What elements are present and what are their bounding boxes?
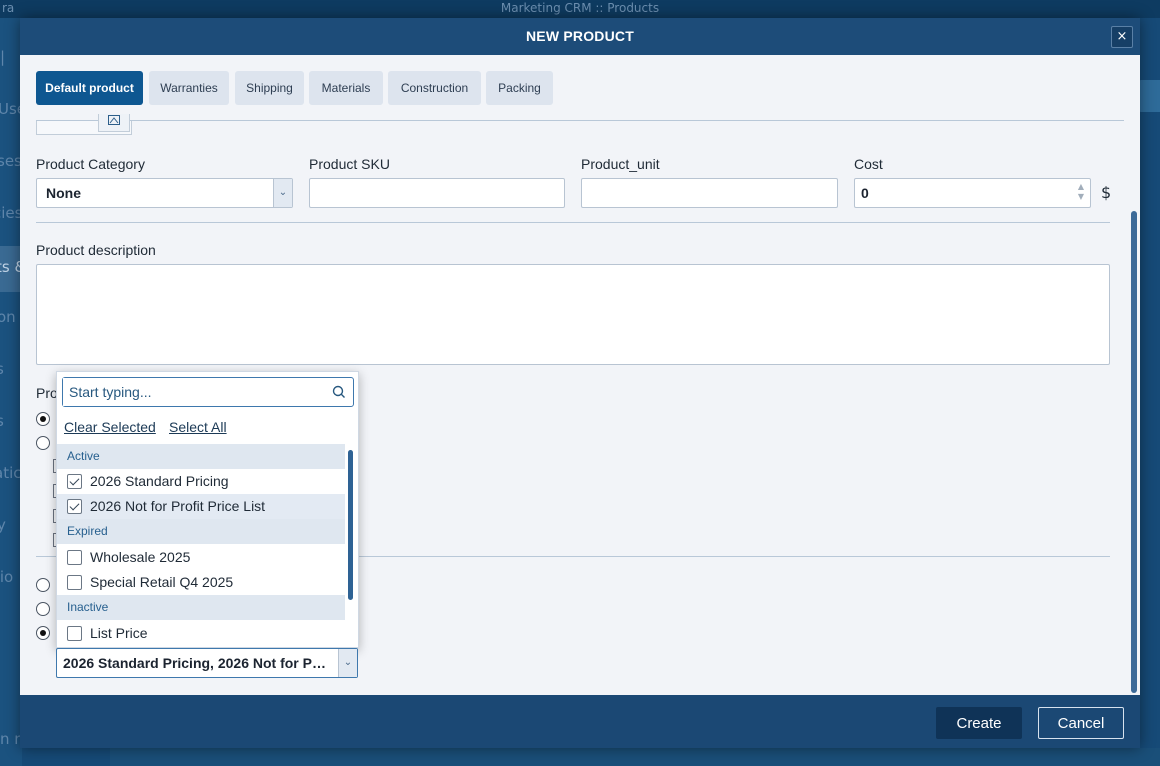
list-item-label: Special Retail Q4 2025 bbox=[90, 574, 234, 590]
create-button[interactable]: Create bbox=[936, 707, 1022, 739]
background-bottom-bar bbox=[110, 748, 1160, 766]
tab-default-product[interactable]: Default product bbox=[36, 71, 143, 105]
list-item-label: 2026 Standard Pricing bbox=[90, 473, 229, 489]
list-item[interactable]: 2026 Standard Pricing bbox=[57, 469, 345, 494]
select-all-link[interactable]: Select All bbox=[169, 419, 227, 435]
product-category-select[interactable]: None ⌄ bbox=[36, 178, 293, 208]
modal-scrollbar[interactable] bbox=[1131, 211, 1137, 693]
bg-sidebar-item: | bbox=[0, 48, 6, 66]
bg-sidebar-item: y bbox=[0, 516, 6, 534]
list-item[interactable]: List Price bbox=[57, 621, 345, 646]
tab-shipping[interactable]: Shipping bbox=[235, 71, 304, 105]
list-item[interactable]: Wholesale 2025 bbox=[57, 545, 345, 570]
chevron-down-icon[interactable]: ⌄ bbox=[338, 649, 357, 677]
background-topbar: ra Marketing CRM :: Products bbox=[0, 0, 1160, 18]
dropdown-list: Active 2026 Standard Pricing 2026 Not fo… bbox=[57, 444, 345, 647]
background-sidebar: | Use ses cies ts & on ( s s atic y tio … bbox=[0, 18, 22, 766]
list-item-label: List Price bbox=[90, 625, 148, 641]
bg-sidebar-item: s bbox=[0, 360, 22, 378]
product-category-label: Product Category bbox=[36, 156, 145, 172]
price-list-radio[interactable] bbox=[36, 602, 50, 616]
tab-warranties[interactable]: Warranties bbox=[149, 71, 229, 105]
bg-sidebar-item-active: ts & bbox=[0, 246, 22, 292]
dropdown-search[interactable] bbox=[62, 377, 354, 407]
checkbox-checked[interactable] bbox=[67, 499, 82, 514]
new-product-modal: NEW PRODUCT × Default product Warranties… bbox=[20, 18, 1140, 748]
chevron-down-icon[interactable]: ⌄ bbox=[273, 179, 292, 207]
list-item-label: 2026 Not for Profit Price List bbox=[90, 498, 266, 514]
modal-title: NEW PRODUCT bbox=[526, 28, 634, 44]
product-unit-field[interactable] bbox=[582, 179, 837, 207]
list-item[interactable]: Special Retail Q4 2025 bbox=[57, 570, 345, 595]
bg-sidebar-item: n ne bbox=[0, 730, 22, 748]
bg-sidebar-item: ses bbox=[0, 152, 22, 170]
background-search-button bbox=[1138, 80, 1160, 112]
bg-sidebar-item: atic bbox=[0, 464, 22, 482]
search-icon bbox=[332, 385, 345, 398]
tab-materials[interactable]: Materials bbox=[309, 71, 383, 105]
price-list-dropdown: Clear Selected Select All Active 2026 St… bbox=[56, 371, 359, 648]
dropdown-search-input[interactable] bbox=[63, 378, 325, 406]
image-edit-icon[interactable] bbox=[98, 114, 130, 132]
cost-value: 0 bbox=[861, 185, 869, 201]
product-sku-input[interactable] bbox=[309, 178, 565, 208]
list-item-label: Wholesale 2025 bbox=[90, 549, 191, 565]
product-sku-field[interactable] bbox=[310, 179, 564, 207]
product-sku-label: Product SKU bbox=[309, 156, 390, 172]
price-list-select-value: 2026 Standard Pricing, 2026 Not for Prof… bbox=[63, 655, 331, 671]
bg-sidebar-item: tio bbox=[0, 568, 14, 586]
modal-header: NEW PRODUCT × bbox=[20, 18, 1140, 55]
product-description-label: Product description bbox=[36, 242, 156, 258]
bg-sidebar-item: on ( bbox=[0, 308, 22, 326]
close-button[interactable]: × bbox=[1111, 26, 1133, 48]
background-app-title: Marketing CRM :: Products bbox=[500, 1, 660, 15]
checkbox-checked[interactable] bbox=[67, 474, 82, 489]
bg-sidebar-item: s bbox=[0, 412, 22, 430]
cancel-button[interactable]: Cancel bbox=[1038, 707, 1124, 739]
section-divider bbox=[36, 222, 1110, 223]
product-unit-input[interactable] bbox=[581, 178, 838, 208]
tab-packing[interactable]: Packing bbox=[486, 71, 553, 105]
group-header-inactive: Inactive bbox=[57, 595, 345, 620]
checkbox[interactable] bbox=[67, 550, 82, 565]
product-category-value: None bbox=[46, 185, 81, 201]
modal-footer: Create Cancel bbox=[20, 695, 1140, 748]
price-list-select[interactable]: 2026 Standard Pricing, 2026 Not for Prof… bbox=[56, 648, 358, 678]
price-list-radio-selected[interactable] bbox=[36, 626, 50, 640]
tab-construction[interactable]: Construction bbox=[388, 71, 481, 105]
group-header-expired: Expired bbox=[57, 519, 345, 544]
price-option-radio[interactable] bbox=[36, 436, 50, 450]
price-option-radio[interactable] bbox=[36, 412, 50, 426]
tabs-divider bbox=[36, 120, 1124, 121]
price-section-label: Pro bbox=[36, 385, 58, 401]
checkbox[interactable] bbox=[67, 626, 82, 641]
price-list-radio[interactable] bbox=[36, 578, 50, 592]
list-item[interactable]: 2026 Not for Profit Price List bbox=[57, 494, 345, 519]
cost-input[interactable]: 0 ▲ ▼ bbox=[854, 178, 1091, 208]
currency-symbol: $ bbox=[1101, 183, 1112, 202]
cost-label: Cost bbox=[854, 156, 883, 172]
number-spinner[interactable]: ▲ ▼ bbox=[1078, 182, 1084, 202]
checkbox[interactable] bbox=[67, 575, 82, 590]
clear-selected-link[interactable]: Clear Selected bbox=[64, 419, 156, 435]
image-edit-icon-glyph bbox=[108, 115, 120, 125]
bg-sidebar-item: Use bbox=[0, 100, 22, 118]
bg-sidebar-item: cies bbox=[0, 204, 22, 222]
group-header-active: Active bbox=[57, 444, 345, 469]
product-description-textarea[interactable] bbox=[36, 264, 1110, 365]
product-unit-label: Product_unit bbox=[581, 156, 660, 172]
dropdown-scrollbar[interactable] bbox=[348, 450, 353, 600]
